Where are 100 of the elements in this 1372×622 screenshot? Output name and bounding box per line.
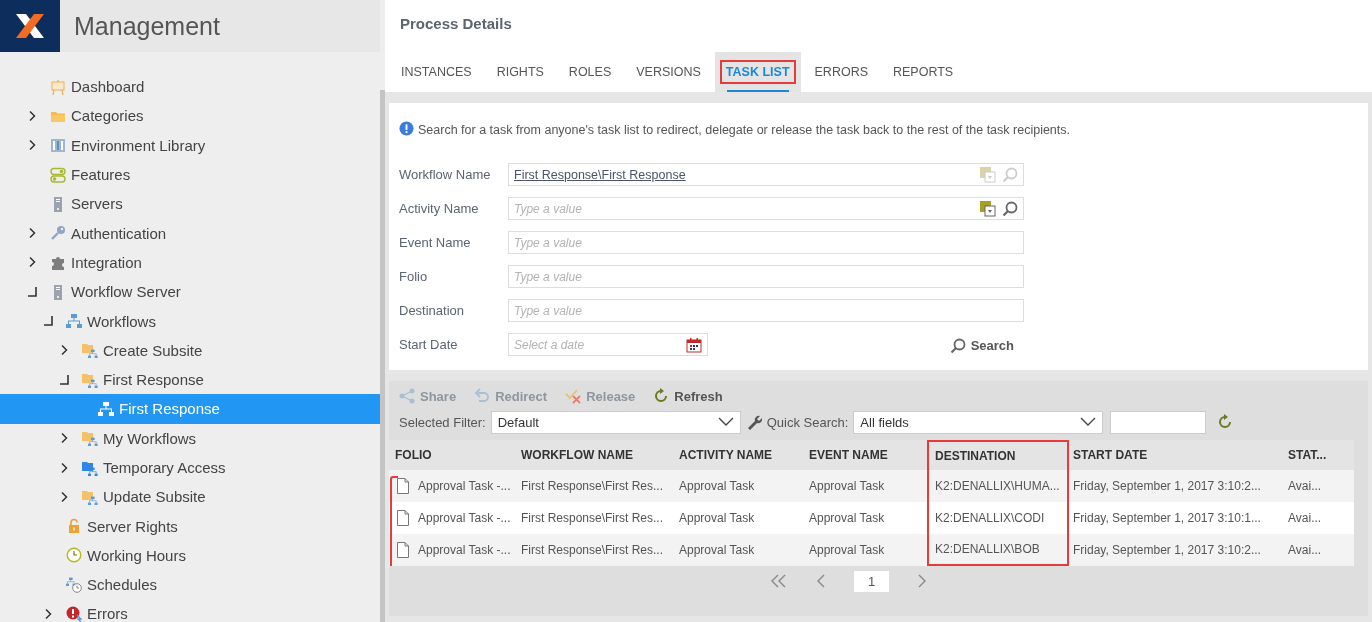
table-cell-text: Approval Task: [678, 510, 756, 527]
next-page-icon: [917, 574, 928, 588]
table-cell-text: Approval Task: [678, 478, 756, 495]
quick-search-label: Quick Search:: [766, 414, 849, 430]
tree-item[interactable]: Server Rights: [0, 511, 380, 541]
table-cell: K2:DENALLIX\BOB: [927, 534, 1069, 566]
expanded-corner-icon[interactable]: [26, 285, 38, 298]
column-header[interactable]: EVENT NAME: [805, 440, 927, 470]
share-icon: [399, 388, 415, 404]
scrollbar[interactable]: [380, 90, 385, 622]
info-text: Search for a task from anyone's task list to redirect, delegate or release the task back to the rest of the task recipients.: [418, 123, 1070, 137]
column-header[interactable]: FOLIO: [389, 440, 517, 470]
tab[interactable]: VERSIONS: [625, 52, 712, 92]
table-cell-text: Avai...: [1287, 542, 1323, 559]
previous-page-icon: [815, 574, 826, 588]
tree-item[interactable]: Create Subsite: [0, 335, 380, 365]
tab[interactable]: REPORTS: [882, 52, 965, 92]
tab[interactable]: ROLES: [557, 52, 623, 92]
field-label: Folio: [399, 269, 429, 284]
workflow-icon: [98, 400, 114, 417]
tab[interactable]: INSTANCES: [390, 52, 483, 92]
table-cell-text: Avai...: [1287, 510, 1323, 527]
table-cell-text: Friday, September 1, 2017 3:10:2...: [1072, 478, 1262, 495]
logo-icon: [0, 0, 60, 52]
table-cell-text: Avai...: [1287, 478, 1323, 495]
document-icon: [397, 510, 409, 526]
refresh-icon[interactable]: [1217, 414, 1234, 430]
document-icon: [397, 542, 409, 558]
undo-arrow-icon: [474, 388, 491, 404]
tree-item[interactable]: Temporary Access: [0, 452, 380, 483]
dropdown-list-icon: [980, 200, 996, 217]
table-cell-text: Approval Task: [808, 542, 886, 559]
column-header[interactable]: START DATE: [1069, 440, 1284, 470]
table-cell: Approval Task -...: [418, 479, 511, 493]
chevron-down-icon: [717, 417, 734, 427]
expanded-corner-icon[interactable]: [42, 315, 54, 327]
workflow-folder-icon: [82, 488, 98, 505]
info-icon: [399, 121, 414, 139]
quick-search-field[interactable]: [1110, 410, 1207, 434]
tree-item[interactable]: Errors: [0, 599, 380, 622]
key-icon: [50, 225, 66, 242]
app-title: Management: [74, 11, 220, 41]
filter-dropdown[interactable]: Default: [490, 410, 741, 434]
workflow-folder-icon: [82, 459, 98, 476]
padlock-icon: [66, 518, 82, 535]
table-cell-text: Friday, September 1, 2017 3:10:2...: [1072, 542, 1262, 559]
tree-item[interactable]: Integration: [0, 247, 380, 278]
page-number[interactable]: 1: [853, 570, 890, 592]
search-icon: [949, 337, 966, 354]
tree-item[interactable]: Servers: [0, 189, 380, 219]
column-header[interactable]: WORKFLOW NAME: [517, 440, 675, 470]
tree-item[interactable]: Authentication: [0, 218, 380, 248]
table-cell: Approval Task -...: [418, 511, 511, 525]
table-cell-text: Friday, September 1, 2017 3:10:1...: [1072, 510, 1262, 527]
easel-icon: [50, 78, 66, 95]
table-cell-text: First Response\First Res...: [520, 542, 665, 559]
workflow-icon: [66, 313, 82, 329]
tree-item[interactable]: Features: [0, 159, 380, 190]
workflow-folder-icon: [82, 371, 98, 388]
filter-label: Selected Filter:: [399, 414, 486, 430]
dropdown-list-icon: [980, 166, 996, 183]
tree-item[interactable]: Categories: [0, 101, 380, 131]
release-cross-icon: [565, 388, 582, 404]
toolbar-button[interactable]: Refresh: [653, 388, 723, 404]
table-cell-text: First Response\First Res...: [520, 510, 665, 527]
quick-search-dropdown[interactable]: All fields: [853, 410, 1104, 434]
column-header[interactable]: ACTIVITY NAME: [675, 440, 805, 470]
search-icon: [1002, 166, 1018, 183]
puzzle-icon: [50, 254, 66, 271]
tab[interactable]: RIGHTS: [485, 52, 555, 92]
column-header[interactable]: STAT...: [1284, 440, 1354, 470]
expanded-corner-icon[interactable]: [58, 373, 70, 386]
workflow-folder-icon: [82, 430, 98, 447]
tree-item[interactable]: Environment Library: [0, 130, 380, 160]
clock-icon: [66, 547, 82, 564]
chevron-down-icon: [1080, 417, 1097, 427]
tree-item[interactable]: First Response: [0, 364, 380, 395]
error-icon: [66, 606, 82, 622]
first-page-icon: [769, 574, 788, 588]
page-title: Process Details: [399, 14, 513, 32]
tree-item[interactable]: My Workflows: [0, 423, 380, 453]
field-label: Event Name: [399, 235, 472, 250]
tree-item[interactable]: Workflow Server: [0, 277, 380, 307]
table-cell: Approval Task -...: [418, 543, 511, 557]
building-icon: [50, 137, 66, 154]
table-cell-text: Approval Task: [808, 510, 886, 527]
document-icon: [397, 478, 409, 494]
tab[interactable]: ERRORS: [803, 52, 879, 92]
tree-item[interactable]: Update Subsite: [0, 482, 380, 512]
tree-item[interactable]: Dashboard: [0, 72, 380, 102]
field-label: Activity Name: [399, 201, 480, 216]
tree-item[interactable]: Schedules: [0, 570, 380, 600]
tree-item[interactable]: Workflows: [0, 306, 380, 336]
calendar-icon: [686, 336, 702, 353]
toggle-switches-icon: [50, 166, 66, 183]
search-icon: [1002, 200, 1018, 217]
tree-item[interactable]: Working Hours: [0, 540, 380, 571]
field-label: Destination: [399, 303, 466, 318]
search-button[interactable]: Search: [949, 335, 1024, 354]
refresh-icon: [653, 388, 670, 404]
